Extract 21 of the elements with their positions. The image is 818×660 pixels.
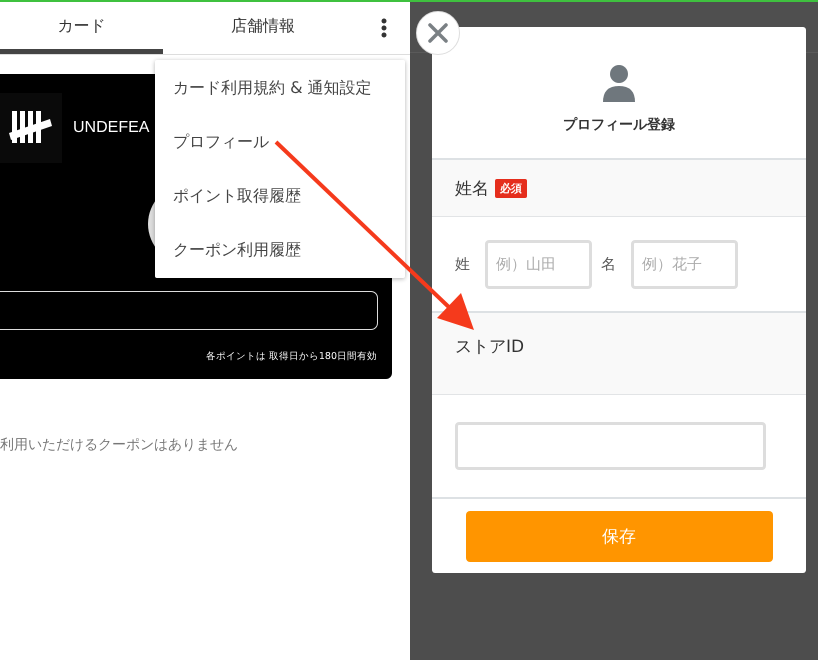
empty-message: 利用いただけるクーポンはありません	[0, 436, 239, 454]
menu-item[interactable]: カード利用規約 & 通知設定	[155, 61, 405, 115]
store-id-input[interactable]	[455, 422, 766, 470]
section-label: 姓名	[455, 178, 489, 200]
section-label: ストアID	[455, 336, 524, 358]
more-menu-icon[interactable]	[380, 18, 388, 38]
tab[interactable]: カード	[0, 2, 163, 54]
field-label: 姓	[455, 254, 470, 274]
close-icon	[428, 23, 448, 43]
required-badge: 必須	[495, 178, 527, 198]
menu-item[interactable]: ポイント取得履歴	[155, 169, 405, 223]
dialog-title: プロフィール登録	[563, 116, 675, 134]
person-icon	[602, 64, 636, 104]
validity-note: 各ポイントは 取得日から180日間有効	[204, 350, 378, 363]
field-label: 名	[601, 254, 616, 274]
tab[interactable]: 店舗情報	[163, 2, 363, 54]
menu-item[interactable]: クーポン利用履歴	[155, 223, 405, 277]
name-input[interactable]: 例）山田	[485, 240, 592, 288]
menu-item[interactable]: プロフィール	[155, 115, 405, 169]
brand-name: UNDEFEA	[73, 119, 150, 137]
name-input[interactable]: 例）花子	[631, 240, 738, 288]
